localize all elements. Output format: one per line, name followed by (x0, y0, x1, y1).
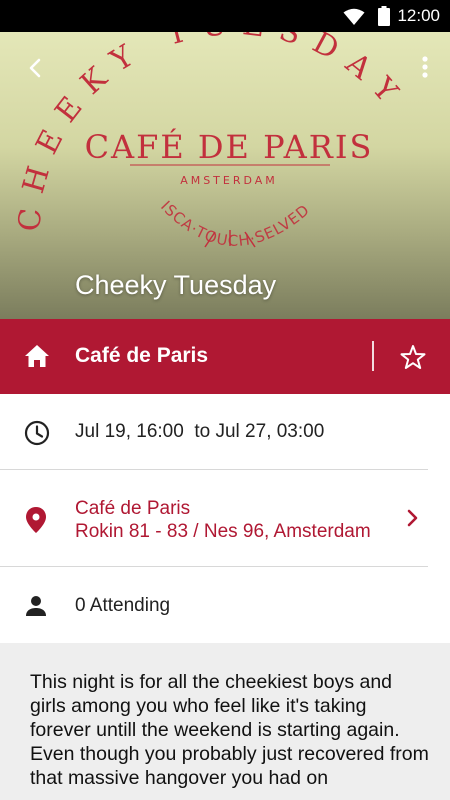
home-icon (25, 345, 49, 367)
event-description-panel: This night is for all the cheekiest boys… (0, 643, 450, 800)
event-description: This night is for all the cheekiest boys… (30, 671, 429, 789)
location-name[interactable]: Café de Paris (75, 498, 190, 520)
artwork-logo-text: CAFÉ DE PARIS (85, 128, 374, 166)
venue-bar-divider (372, 341, 374, 371)
attending-row[interactable]: 0 Attending (0, 567, 450, 643)
event-title: Cheeky Tuesday (75, 270, 277, 300)
clock-icon (24, 420, 50, 446)
status-bar: 12:00 (0, 0, 450, 32)
event-location-row[interactable]: Café de Paris Rokin 81 - 83 / Nes 96, Am… (0, 470, 450, 566)
battery-icon (378, 6, 390, 26)
chevron-right-icon[interactable] (402, 508, 422, 528)
artwork-subtitle-text: AMSTERDAM (180, 174, 278, 187)
person-icon (26, 596, 46, 616)
venue-bar[interactable]: Café de Paris (0, 319, 450, 394)
venue-name[interactable]: Café de Paris (75, 344, 208, 368)
event-date-row: Jul 19, 16:00 to Jul 27, 03:00 (0, 394, 450, 469)
star-outline-icon[interactable] (400, 344, 426, 370)
status-time: 12:00 (397, 6, 440, 25)
location-address[interactable]: Rokin 81 - 83 / Nes 96, Amsterdam (75, 521, 371, 543)
attending-count: 0 Attending (75, 595, 171, 616)
location-pin-icon (26, 507, 46, 533)
wifi-icon (343, 8, 365, 25)
event-hero-image: CHEEKY TUESDAY CAFÉ DE PARIS AMSTERDAM I… (0, 32, 450, 319)
back-arrow-icon[interactable] (22, 54, 50, 82)
event-date-range: Jul 19, 16:00 to Jul 27, 03:00 (75, 421, 325, 442)
overflow-menu-icon[interactable] (418, 52, 432, 82)
